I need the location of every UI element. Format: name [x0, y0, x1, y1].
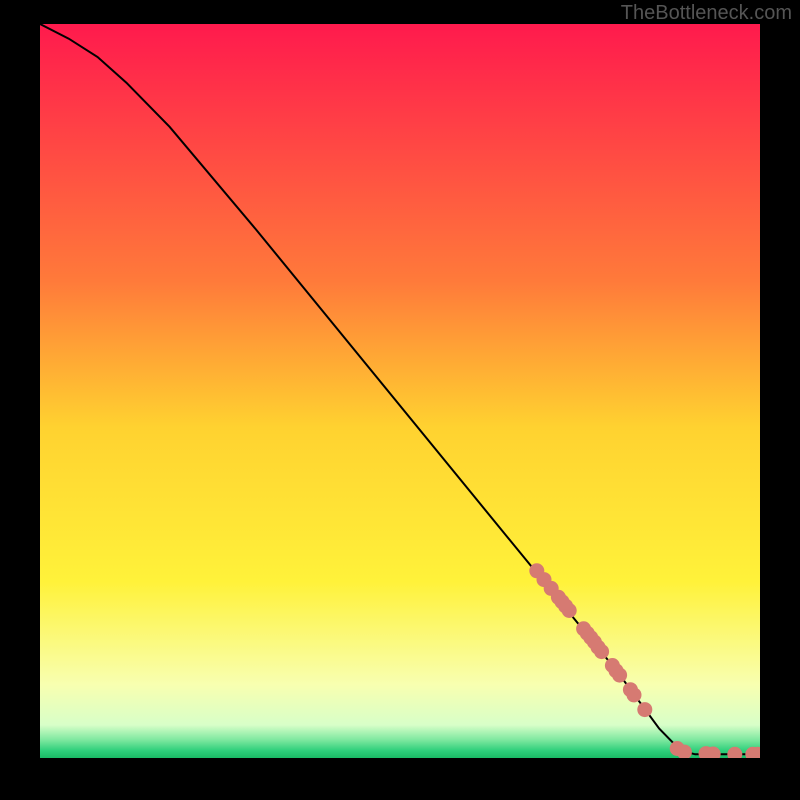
- bottleneck-curve: [40, 24, 760, 754]
- chart-container: [40, 24, 760, 758]
- watermark-text: TheBottleneck.com: [621, 2, 792, 25]
- data-marker: [562, 603, 577, 618]
- data-marker: [594, 644, 609, 659]
- data-marker: [637, 702, 652, 717]
- data-marker: [627, 687, 642, 702]
- curve-layer: [40, 24, 760, 758]
- data-marker: [612, 668, 627, 683]
- marker-group: [529, 563, 760, 758]
- data-marker: [727, 747, 742, 758]
- plot-area: [40, 24, 760, 758]
